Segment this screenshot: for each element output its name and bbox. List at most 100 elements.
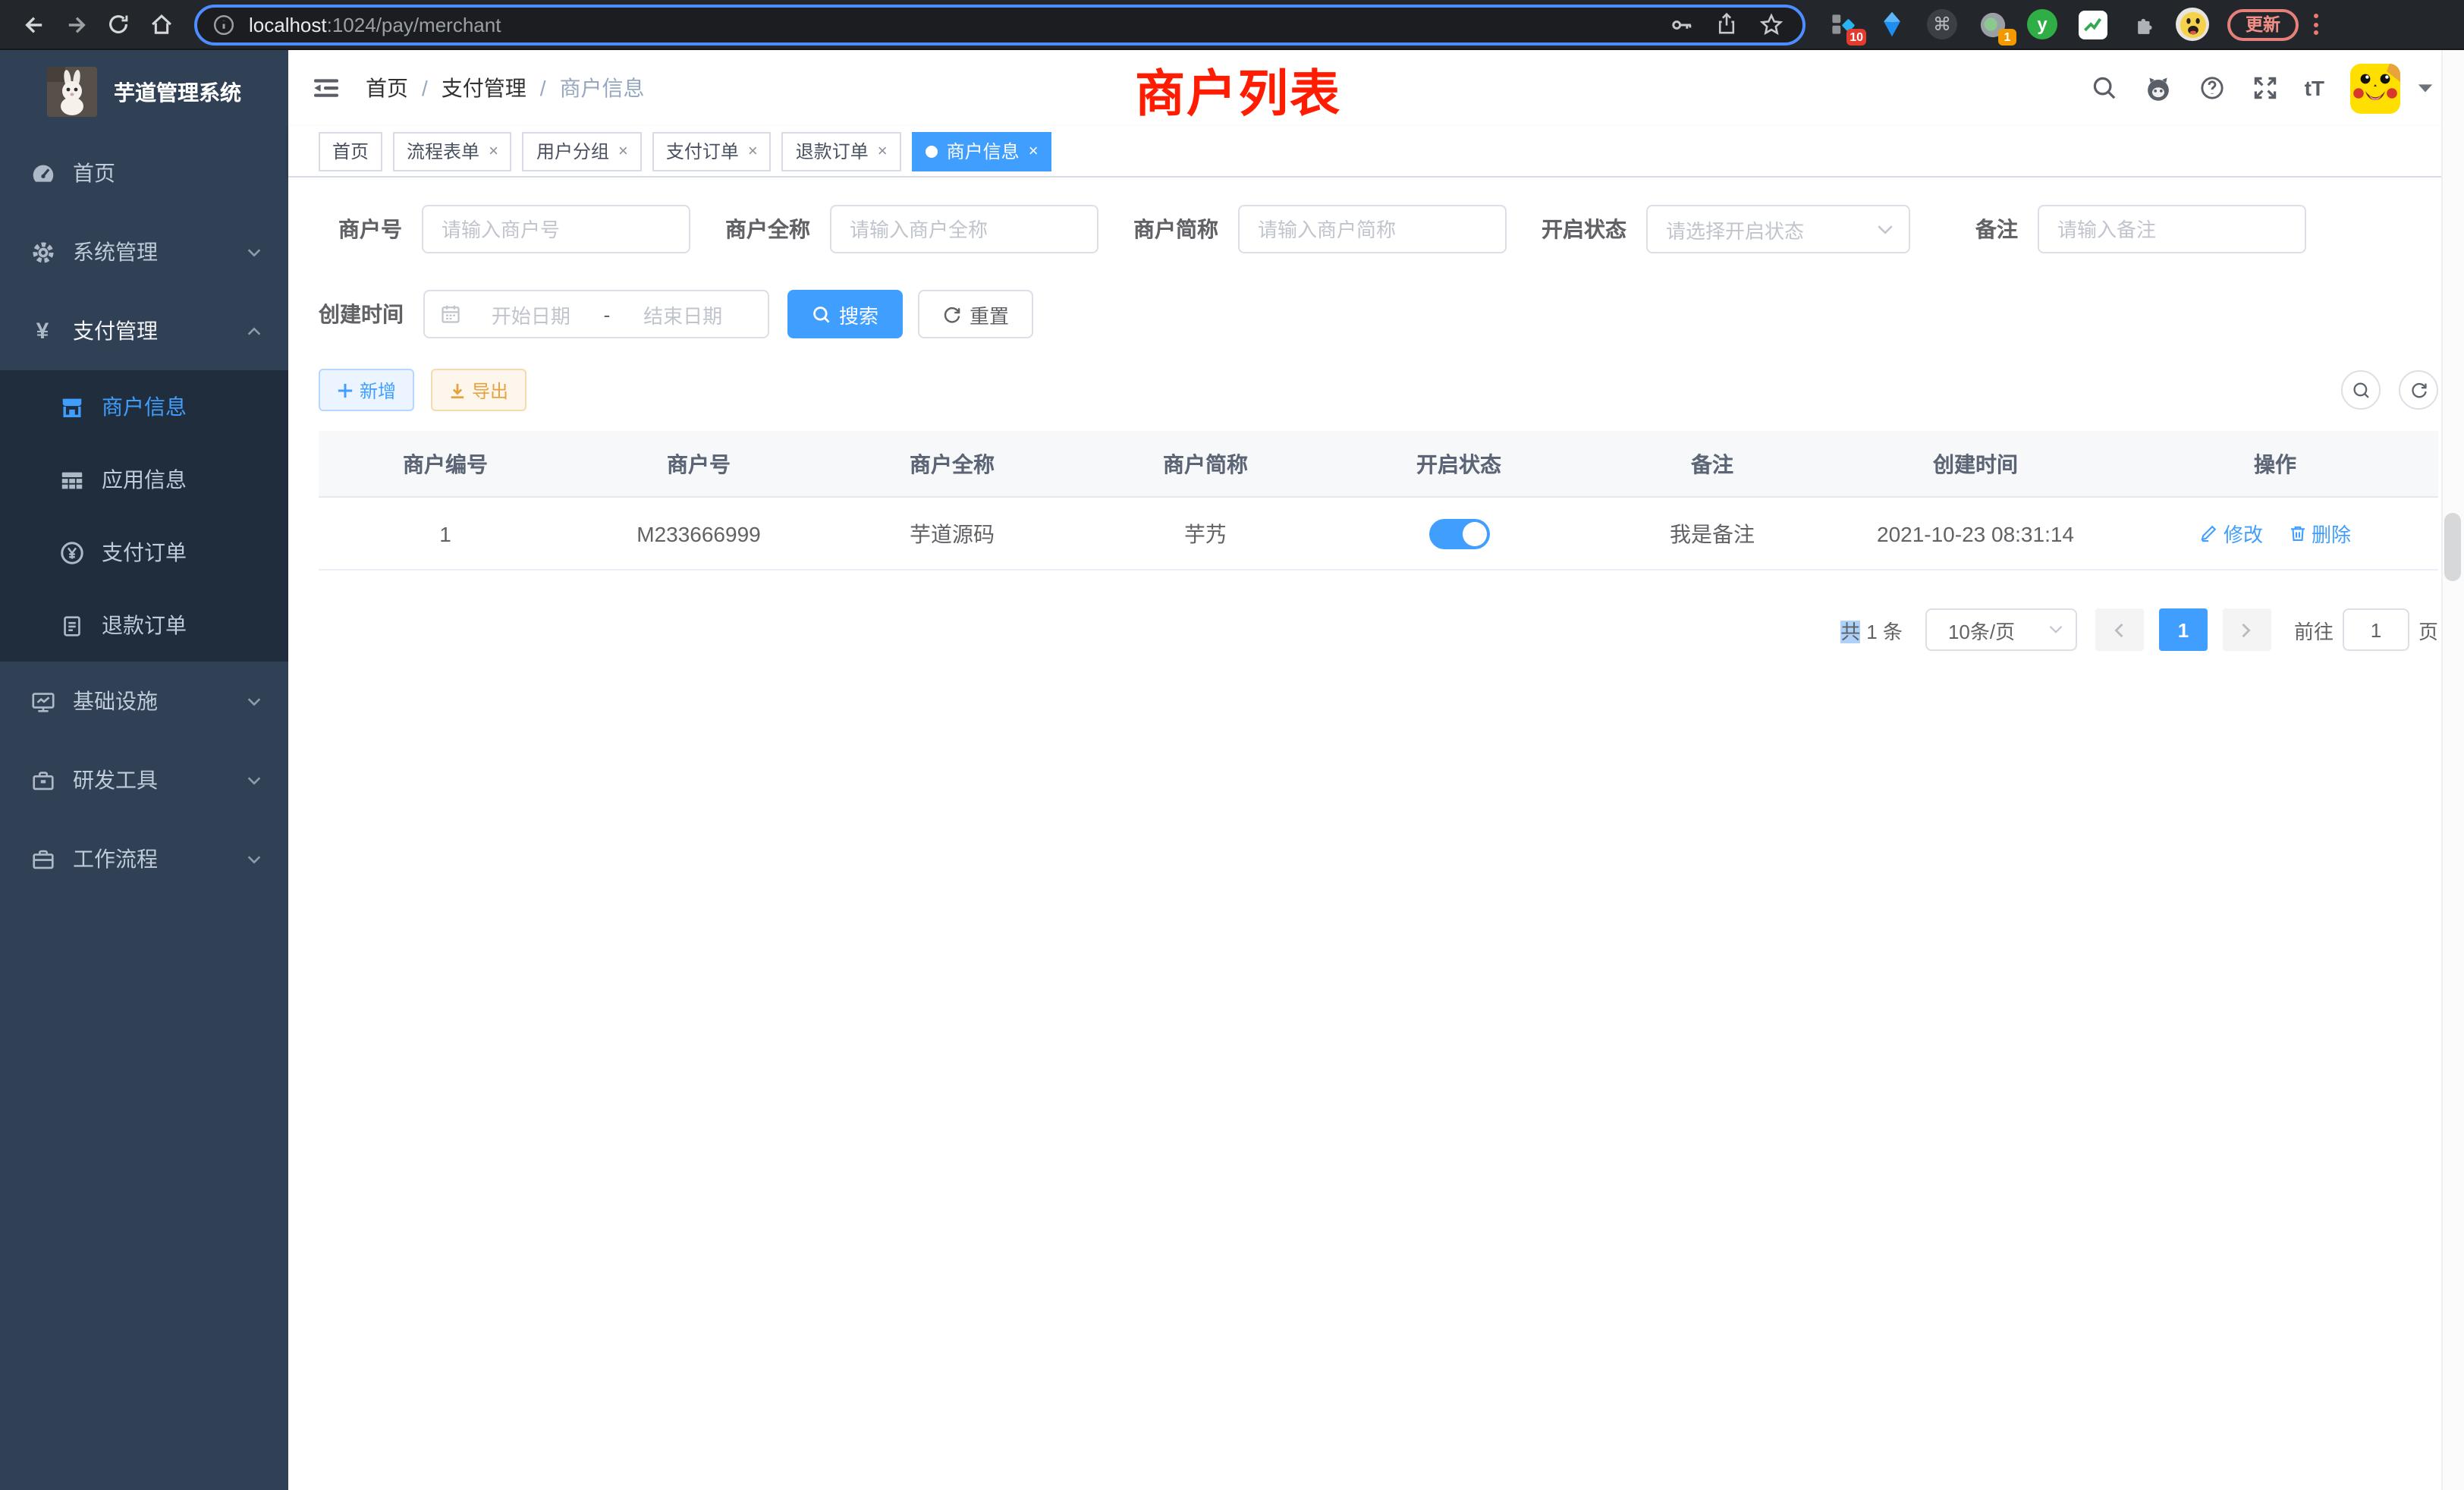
yen-icon: ¥ [29,318,56,344]
close-icon[interactable]: × [489,142,498,160]
tab-label: 支付订单 [666,138,739,164]
page-size-value: 10条/页 [1948,615,2015,644]
sidebar-item-system[interactable]: 系统管理 [0,212,288,291]
search-button[interactable]: 搜索 [787,290,903,338]
next-page-button[interactable] [2223,608,2271,651]
browser-home-button[interactable] [140,3,182,46]
site-info-icon[interactable] [206,8,240,41]
sidebar-item-workflow[interactable]: 工作流程 [0,819,288,898]
scrollbar-thumb[interactable] [2444,513,2461,581]
tab-pay-order[interactable]: 支付订单 × [652,131,772,171]
payment-submenu: 商户信息 应用信息 支付订单 退款订单 [0,370,288,662]
header-search-icon[interactable] [2091,74,2118,102]
cell-status [1332,518,1586,549]
sidebar-item-label: 首页 [73,158,115,188]
font-size-icon[interactable]: tT [2305,76,2324,100]
full-name-input[interactable] [830,205,1098,253]
date-start-placeholder: 开始日期 [461,300,601,328]
user-caret-down-icon[interactable] [2417,82,2434,94]
home-icon [148,11,174,37]
sidebar-item-label: 工作流程 [73,844,158,874]
sidebar-item-infrastructure[interactable]: 基础设施 [0,662,288,740]
goto-label: 前往 [2294,615,2334,644]
page-scrollbar[interactable] [2441,50,2464,1490]
add-button[interactable]: 新增 [319,369,414,411]
extensions-puzzle-icon[interactable] [2126,8,2159,41]
browser-menu-button[interactable] [2314,14,2318,35]
edit-link[interactable]: 修改 [2199,519,2263,548]
sidebar-item-devtools[interactable]: 研发工具 [0,740,288,819]
extension-recorder-icon[interactable]: 1 [1975,8,2009,41]
sidebar-collapse-button[interactable] [311,73,341,103]
user-avatar[interactable] [2350,63,2400,113]
sidebar-item-app-info[interactable]: 应用信息 [0,443,288,516]
url-path: :1024/pay/merchant [327,13,501,36]
create-time-range-picker[interactable]: 开始日期 - 结束日期 [423,290,769,338]
bookmark-star-icon[interactable] [1758,11,1784,37]
breadcrumb-home[interactable]: 首页 [366,73,408,103]
export-button[interactable]: 导出 [431,369,526,411]
annotation-merchant-list: 商户列表 [1135,53,1341,126]
tab-flow-form[interactable]: 流程表单× [393,131,512,171]
reload-icon [106,12,130,36]
chevron-down-icon [246,244,262,260]
sidebar-item-merchant-info[interactable]: 商户信息 [0,370,288,443]
pagination-total-prefix-selected: 共 [1840,620,1860,643]
browser-profile-avatar[interactable] [2176,8,2209,41]
gear-icon [29,239,56,265]
extension-grid-icon[interactable]: 10 [1825,8,1859,41]
tab-label: 首页 [332,138,369,164]
refresh-table-button[interactable] [2399,370,2438,410]
password-key-icon[interactable] [1669,11,1695,37]
help-icon[interactable] [2198,74,2226,102]
app-logo-row[interactable]: 芋道管理系统 [0,50,288,134]
close-icon[interactable]: × [1029,142,1039,160]
page-1-button[interactable]: 1 [2159,608,2208,651]
status-label: 开启状态 [1542,214,1626,244]
monitor-chart-icon [29,688,56,714]
browser-forward-button[interactable] [55,3,97,46]
sidebar-item-refund-order[interactable]: 退款订单 [0,589,288,662]
sidebar-item-pay-order[interactable]: 支付订单 [0,516,288,589]
hide-search-button[interactable] [2341,370,2381,410]
tab-refund-order[interactable]: 退款订单× [782,131,901,171]
breadcrumb-section[interactable]: 支付管理 [442,73,526,103]
chevron-down-icon [246,772,262,788]
tab-home[interactable]: 首页 [319,131,382,171]
close-icon[interactable]: × [618,142,628,160]
page-size-select[interactable]: 10条/页 [1925,608,2077,651]
sidebar-item-home[interactable]: 首页 [0,134,288,212]
github-icon[interactable] [2144,74,2173,102]
merchant-no-input[interactable] [422,205,690,253]
close-icon[interactable]: × [748,142,758,160]
tab-user-group[interactable]: 用户分组× [523,131,642,171]
toolbox-icon [29,767,56,793]
close-icon[interactable]: × [878,142,888,160]
sidebar-item-payment[interactable]: ¥ 支付管理 [0,291,288,370]
extension-command-icon[interactable]: ⌘ [1925,8,1959,41]
status-toggle-on[interactable] [1428,518,1489,549]
browser-back-button[interactable] [12,3,55,46]
cell-short-name: 芋艿 [1079,518,1332,549]
delete-link[interactable]: 删除 [2287,519,2351,548]
extension-notes-icon[interactable] [2076,8,2109,41]
briefcase-icon [29,846,56,872]
status-select[interactable]: 请选择开启状态 [1646,205,1910,253]
share-icon[interactable] [1714,12,1739,36]
address-bar[interactable]: localhost:1024/pay/merchant [194,4,1806,45]
browser-reload-button[interactable] [97,3,140,46]
prev-page-button[interactable] [2095,608,2144,651]
short-name-input[interactable] [1238,205,1507,253]
tab-merchant-info-active[interactable]: 商户信息× [912,131,1052,171]
back-arrow-icon [20,11,46,37]
reset-button[interactable]: 重置 [918,290,1033,338]
extension-y-icon[interactable]: y [2026,8,2059,41]
goto-page-input[interactable] [2343,608,2409,651]
remark-input[interactable] [2038,205,2306,253]
sidebar-item-label: 系统管理 [73,237,158,267]
browser-update-button[interactable]: 更新 [2227,8,2299,40]
extension-gem-icon[interactable] [1875,8,1909,41]
fullscreen-icon[interactable] [2252,74,2279,102]
col-header: 操作 [2112,448,2438,479]
calendar-icon [440,303,461,325]
